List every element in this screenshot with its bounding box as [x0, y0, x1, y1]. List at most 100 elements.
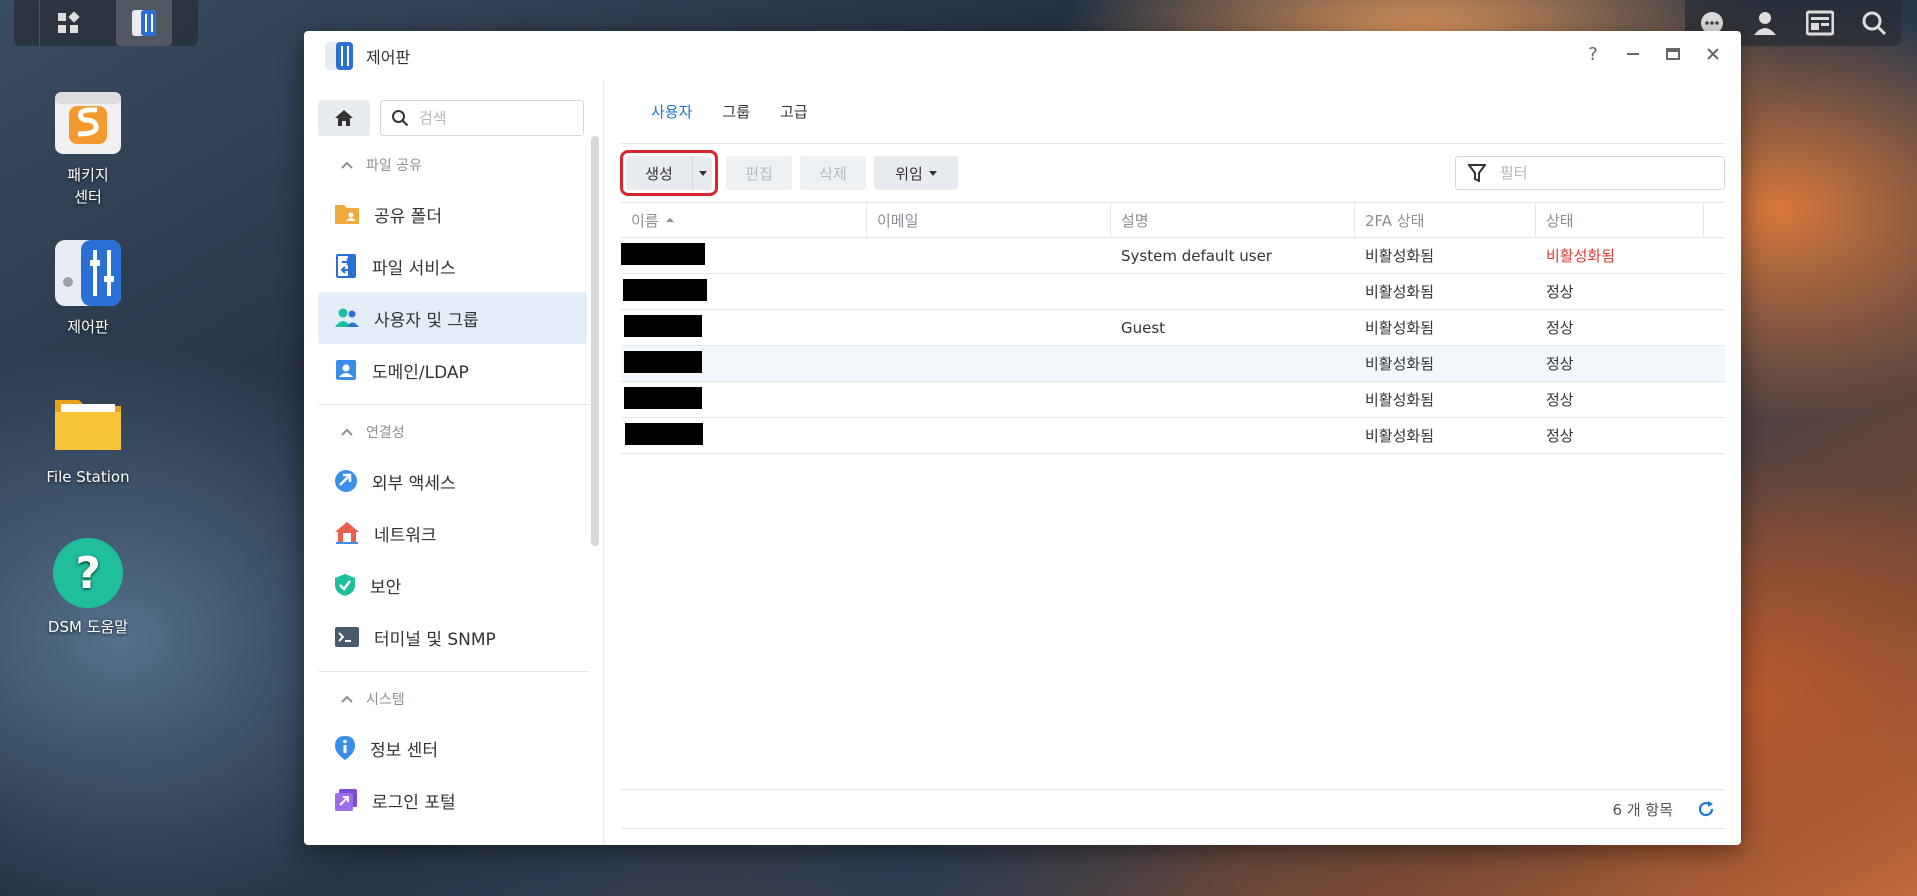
redacted-name — [624, 350, 702, 373]
info-icon — [335, 736, 355, 760]
sidebar-item-login-portal[interactable]: 로그인 포털 — [318, 774, 587, 826]
sidebar-item-domain-ldap[interactable]: 도메인/LDAP — [318, 344, 587, 396]
sidebar-divider — [318, 404, 589, 405]
sidebar-item-user-group[interactable]: 사용자 및 그룹 — [318, 292, 587, 344]
sidebar-item-label: 도메인/LDAP — [372, 362, 469, 383]
maximize-button[interactable] — [1663, 43, 1683, 65]
column-status[interactable]: 상태 — [1536, 202, 1704, 238]
sidebar-item-info-center[interactable]: 정보 센터 — [318, 722, 587, 774]
sidebar-item-network[interactable]: 네트워크 — [318, 507, 587, 559]
column-description[interactable]: 설명 — [1111, 202, 1355, 238]
column-2fa-status[interactable]: 2FA 상태 — [1355, 202, 1536, 238]
shared-folder-icon — [335, 205, 359, 224]
taskbar-spacer — [14, 0, 40, 46]
create-button-group: 생성 — [620, 150, 718, 196]
desktop-label: File Station — [46, 468, 130, 486]
refresh-icon[interactable] — [1697, 800, 1715, 818]
sidebar-item-terminal-snmp[interactable]: 터미널 및 SNMP — [318, 611, 587, 663]
terminal-icon — [335, 627, 359, 647]
item-count: 6 개 항목 — [1612, 800, 1673, 819]
delegate-label: 위임 — [895, 164, 923, 183]
chevron-up-icon — [341, 428, 353, 436]
delegate-button[interactable]: 위임 — [874, 156, 958, 190]
help-button[interactable]: ? — [1583, 43, 1603, 65]
table-row[interactable]: 비활성화됨 정상 — [621, 418, 1725, 454]
close-button[interactable] — [1703, 43, 1723, 65]
user-icon[interactable] — [1752, 10, 1778, 36]
search-input[interactable] — [419, 109, 569, 127]
cell-2fa: 비활성화됨 — [1365, 283, 1435, 301]
search-icon[interactable] — [1861, 10, 1887, 36]
desktop-label: 센터 — [74, 188, 102, 206]
tab-users[interactable]: 사용자 — [651, 80, 692, 144]
filter-icon — [1468, 164, 1486, 182]
sidebar-item-shared-folder[interactable]: 공유 폴더 — [318, 188, 587, 240]
home-button[interactable] — [318, 100, 370, 136]
sidebar-item-security[interactable]: 보안 — [318, 559, 587, 611]
control-panel-icon — [132, 10, 156, 36]
caret-down-icon — [698, 170, 707, 176]
user-table: 이름 이메일 설명 2FA 상태 상태 System default user … — [621, 202, 1725, 454]
create-dropdown-button[interactable] — [692, 156, 712, 190]
section-header-system[interactable]: 시스템 — [304, 676, 603, 722]
section-header-file-sharing[interactable]: 파일 공유 — [304, 142, 603, 188]
cell-name — [621, 314, 867, 341]
desktop-label: DSM 도움말 — [47, 618, 129, 636]
column-name[interactable]: 이름 — [621, 202, 867, 238]
section-header-connectivity[interactable]: 연결성 — [304, 409, 603, 455]
sidebar-item-external-access[interactable]: 외부 액세스 — [318, 455, 587, 507]
external-access-icon — [335, 470, 357, 492]
tab-groups[interactable]: 그룹 — [722, 80, 750, 144]
sidebar: 파일 공유 공유 폴더 파일 서비스 사용자 및 그룹 도메인/LDAP — [304, 80, 604, 845]
desktop-dsm-help[interactable]: ? DSM 도움말 — [30, 536, 146, 638]
cell-name — [621, 386, 867, 413]
window-titlebar[interactable]: 제어판 — [304, 31, 1741, 80]
column-email[interactable]: 이메일 — [867, 202, 1111, 238]
section-label: 연결성 — [366, 425, 405, 441]
table-row[interactable]: 비활성화됨 정상 — [621, 382, 1725, 418]
widget-icon[interactable] — [1805, 10, 1834, 36]
desktop-control-panel[interactable]: 제어판 — [30, 236, 146, 338]
control-panel-icon — [55, 240, 121, 306]
cell-status: 정상 — [1546, 355, 1574, 373]
grid-icon — [58, 11, 80, 33]
sidebar-item-label: 외부 액세스 — [372, 473, 456, 494]
taskbar-left — [14, 0, 198, 46]
table-row[interactable]: System default user 비활성화됨 비활성화됨 — [621, 238, 1725, 274]
edit-button[interactable]: 편집 — [726, 156, 792, 190]
cell-2fa: 비활성화됨 — [1365, 355, 1435, 373]
network-icon — [335, 522, 359, 544]
desktop-file-station[interactable]: File Station — [30, 386, 146, 488]
filter-input[interactable] — [1500, 164, 1700, 182]
control-panel-window: 제어판 ? 파일 공유 — [304, 31, 1741, 845]
control-panel-icon — [325, 41, 353, 70]
redacted-name — [625, 422, 703, 445]
cell-description: Guest — [1121, 318, 1166, 337]
main-menu-button[interactable] — [40, 0, 96, 46]
delete-button[interactable]: 삭제 — [800, 156, 866, 190]
search-box[interactable] — [380, 100, 584, 136]
file-services-icon — [336, 254, 356, 278]
sidebar-item-label: 정보 센터 — [370, 740, 438, 761]
filter-box[interactable] — [1455, 156, 1725, 190]
cell-status: 정상 — [1546, 319, 1574, 337]
minimize-button[interactable] — [1623, 43, 1643, 65]
sidebar-item-label: 파일 서비스 — [372, 258, 456, 279]
cell-status: 정상 — [1546, 283, 1574, 301]
svg-text:?: ? — [75, 548, 101, 599]
shield-icon — [335, 574, 355, 596]
redacted-name — [623, 278, 707, 301]
create-button[interactable]: 생성 — [626, 156, 692, 190]
sidebar-scrollbar[interactable] — [591, 136, 599, 546]
cell-name — [621, 422, 867, 449]
sidebar-item-label: 공유 폴더 — [374, 206, 442, 227]
sidebar-item-file-services[interactable]: 파일 서비스 — [318, 240, 587, 292]
table-row[interactable]: 비활성화됨 정상 — [621, 346, 1725, 382]
sidebar-item-label: 보안 — [370, 577, 402, 598]
table-row[interactable]: Guest 비활성화됨 정상 — [621, 310, 1725, 346]
tab-advanced[interactable]: 고급 — [780, 80, 808, 144]
table-row[interactable]: 비활성화됨 정상 — [621, 274, 1725, 310]
taskbar-control-panel[interactable] — [116, 0, 172, 46]
redacted-name — [624, 386, 702, 409]
desktop-package-center[interactable]: 패키지 센터 — [30, 84, 146, 208]
